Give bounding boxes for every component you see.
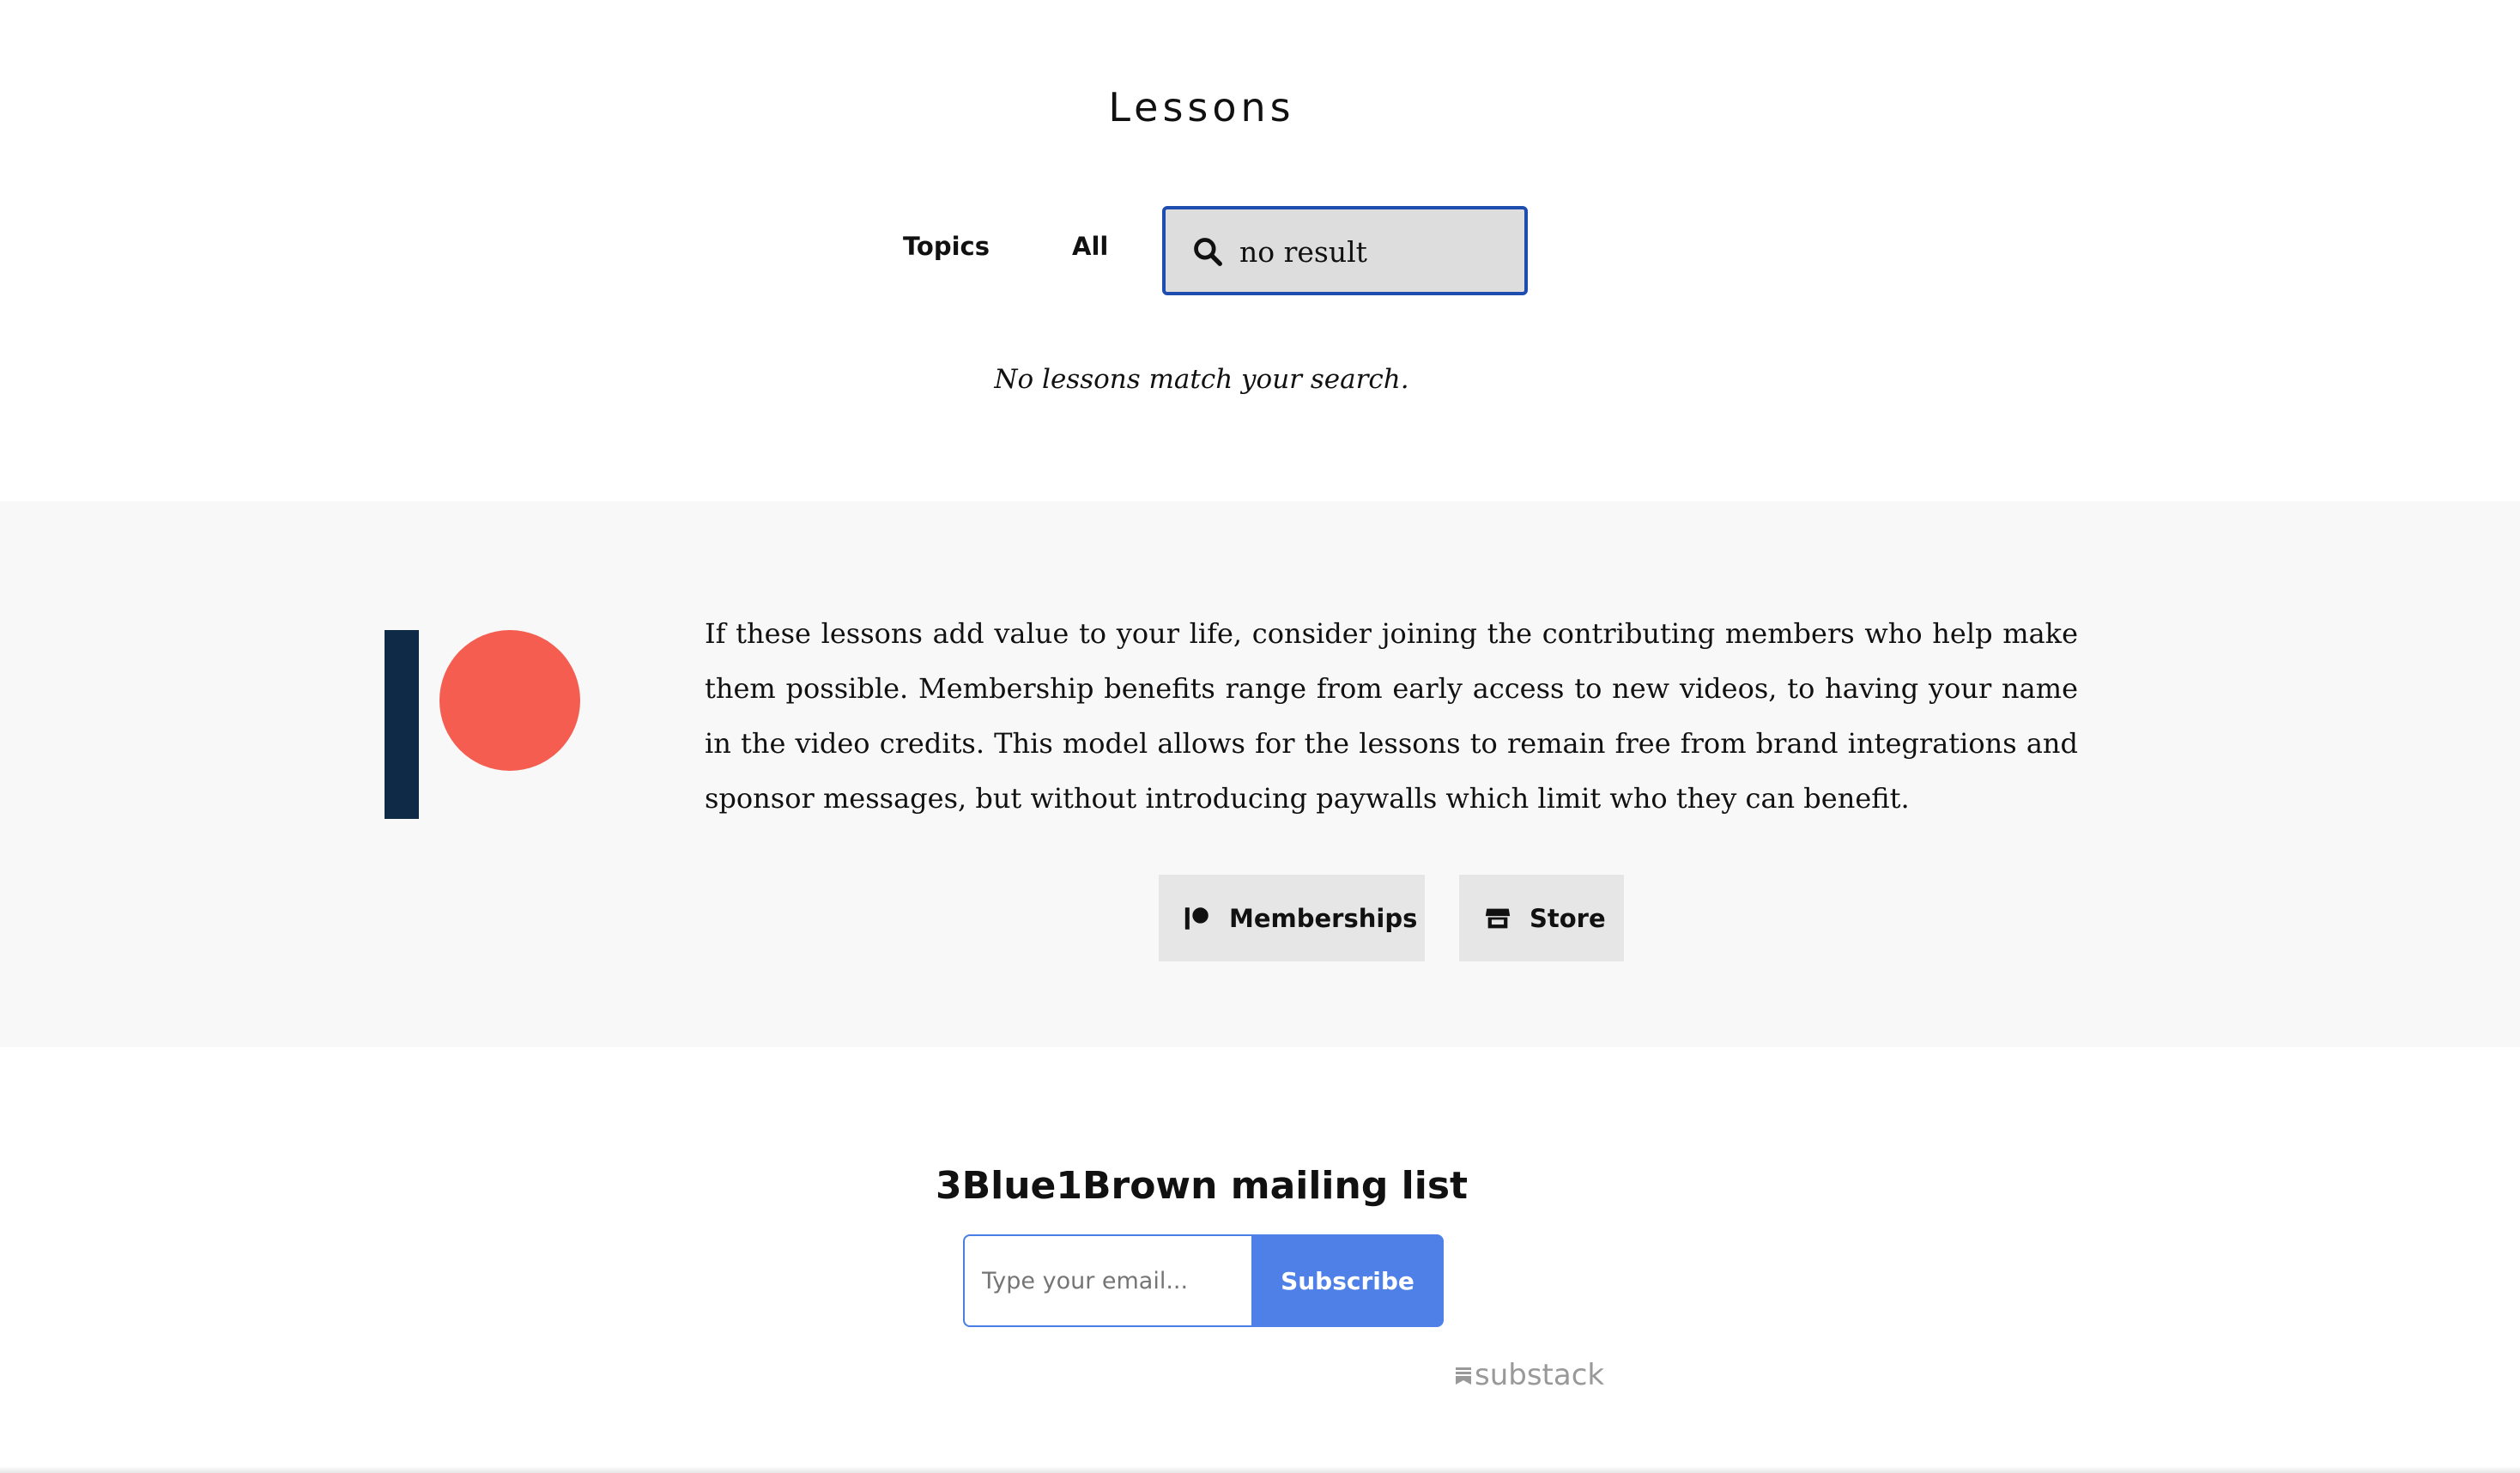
substack-logo[interactable]: substack bbox=[1456, 1358, 1604, 1392]
patreon-icon bbox=[1184, 906, 1209, 930]
substack-icon bbox=[1456, 1367, 1471, 1385]
search-icon bbox=[1194, 238, 1222, 266]
tab-all[interactable]: All bbox=[1072, 232, 1108, 261]
empty-results-message: No lessons match your search. bbox=[994, 364, 1409, 395]
support-text: If these lessons add value to your life,… bbox=[705, 617, 2078, 815]
store-icon bbox=[1485, 908, 1511, 928]
store-button[interactable]: Store bbox=[1459, 875, 1624, 961]
substack-label: substack bbox=[1475, 1358, 1605, 1392]
subscribe-button[interactable]: Subscribe bbox=[1251, 1234, 1444, 1327]
memberships-button[interactable]: Memberships bbox=[1159, 875, 1425, 961]
memberships-label: Memberships bbox=[1229, 903, 1418, 933]
tab-topics[interactable]: Topics bbox=[903, 232, 990, 261]
patreon-logo-circle bbox=[439, 630, 580, 771]
mailing-list-title: 3Blue1Brown mailing list bbox=[935, 1164, 1469, 1208]
search-box[interactable] bbox=[1162, 206, 1528, 295]
page-title: Lessons bbox=[1108, 84, 1295, 130]
email-field[interactable] bbox=[963, 1234, 1253, 1327]
patreon-logo-bar bbox=[385, 630, 419, 819]
page-bottom-divider bbox=[0, 1466, 2520, 1473]
store-label: Store bbox=[1530, 903, 1606, 933]
search-input[interactable] bbox=[1239, 228, 1514, 275]
